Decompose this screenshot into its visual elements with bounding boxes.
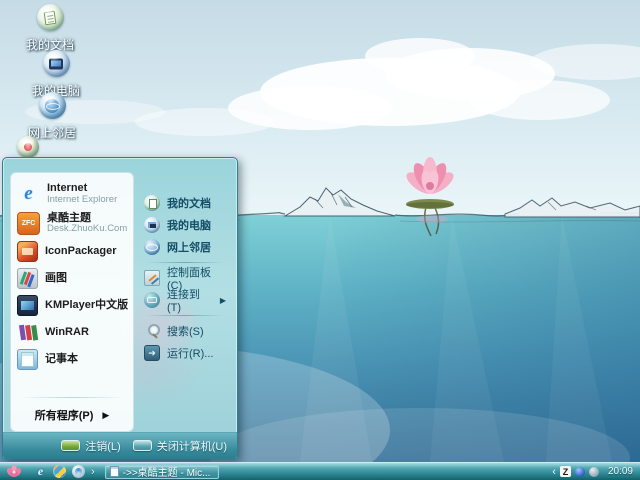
zhuoku-theme-icon: ZFC [17,211,40,235]
all-programs-label: 所有程序(P) [34,410,94,422]
start-menu-places-panel: 我的文档 我的电脑 网上邻居 控制面板(C) 连接到(T) ▶ 搜索(S) ➔ … [134,172,232,432]
start-item-notepad[interactable]: 记事本 [11,346,133,373]
search-icon [144,323,160,339]
item-title: 画图 [45,272,67,285]
start-button[interactable] [0,463,28,480]
connect-to-icon [144,292,160,308]
taskbar-window-button[interactable]: ->>桌酷主题 - Mic... [104,464,219,479]
shut-down-icon [132,440,152,451]
desktop-icon-my-documents[interactable]: 我的文档 [8,4,92,53]
internet-explorer-icon[interactable] [34,465,47,478]
start-item-internet[interactable]: Internet Internet Explorer [11,179,133,209]
start-item-connect-to[interactable]: 连接到(T) ▶ [142,289,228,314]
shut-down-label: 关闭计算机(U) [156,440,227,453]
ie-page-icon [109,466,119,477]
my-documents-icon [144,195,160,211]
item-label: 运行(R)... [167,348,214,360]
item-title: Internet [47,182,88,194]
media-player-icon[interactable] [53,465,66,478]
submenu-arrow-icon: ▶ [219,295,226,305]
taskbar-clock: 20:09 [607,466,633,477]
desktop-screen: 我的文档 我的电脑 网上邻居 Internet Internet Explore… [0,0,640,480]
item-label: 连接到(T) [167,289,200,314]
divider [146,315,224,316]
my-computer-icon [42,50,70,77]
quick-launch-bar: › [34,465,95,478]
start-item-my-computer[interactable]: 我的电脑 [142,214,228,236]
desktop-icon-partially-hidden[interactable] [5,136,51,158]
browser-quicklaunch-icon[interactable] [72,465,85,478]
start-item-run[interactable]: 运行(R)... [142,342,228,364]
start-menu-footer: 注销(L) 关闭计算机(U) [3,432,237,458]
start-menu: Internet Internet Explorer ZFC 桌酷主题 Desk… [2,157,238,459]
log-off-button[interactable]: 注销(L) [61,438,121,454]
start-item-my-documents[interactable]: 我的文档 [142,192,228,214]
item-subtitle: Desk.ZhuoKu.Com [47,223,128,235]
network-places-icon [144,239,160,255]
start-item-search[interactable]: 搜索(S) [142,320,228,342]
all-programs-button[interactable]: 所有程序(P) ▶ [11,401,133,427]
item-label: 网上邻居 [167,242,211,254]
partially-hidden-icon [17,136,39,158]
start-item-paint[interactable]: 画图 [11,265,133,292]
tray-expand-icon[interactable]: ‹ [552,466,556,478]
my-computer-icon [144,217,160,233]
desktop-icon-network-places[interactable]: 网上邻居 [10,92,94,141]
item-title: KMPlayer中文版 [45,299,129,312]
arrow-right-icon: ▶ [102,409,110,420]
window-title: ->>桌酷主题 - Mic... [122,468,211,479]
iconpackager-icon [17,241,38,263]
internet-explorer-icon [17,182,40,205]
shut-down-button[interactable]: 关闭计算机(U) [132,438,227,454]
lotus-start-icon [6,465,22,477]
start-item-iconpackager[interactable]: IconPackager [11,238,133,265]
tray-volume-icon[interactable] [588,466,599,477]
log-off-icon [61,440,81,451]
start-item-network-places[interactable]: 网上邻居 [142,236,228,258]
start-item-zhuoku-theme[interactable]: ZFC 桌酷主题 Desk.ZhuoKu.Com [11,209,133,239]
paint-icon [17,268,38,290]
divider [21,397,123,398]
divider [146,262,224,263]
network-places-icon [38,92,66,119]
control-panel-icon [144,270,160,286]
item-subtitle: Internet Explorer [47,193,118,205]
run-icon [144,345,160,361]
my-documents-icon [36,4,64,31]
zhuoku-tray-icon[interactable]: Z [559,466,571,477]
item-label: 我的文档 [167,198,211,210]
notepad-icon [17,349,38,371]
item-title: WinRAR [45,326,89,339]
start-item-kmplayer[interactable]: KMPlayer中文版 [11,292,133,319]
kmplayer-icon [17,295,38,317]
item-label: 搜索(S) [167,326,204,338]
quicklaunch-expand-icon[interactable]: › [91,466,95,478]
log-off-label: 注销(L) [85,440,121,453]
item-title: IconPackager [45,245,117,258]
item-label: 我的电脑 [167,220,211,232]
tray-network-icon[interactable] [574,466,585,477]
start-menu-pinned-panel: Internet Internet Explorer ZFC 桌酷主题 Desk… [10,172,134,432]
item-title: 记事本 [45,353,78,366]
taskbar: › ->>桌酷主题 - Mic... ‹ Z 20:09 [0,462,640,480]
winrar-icon [17,322,38,343]
system-tray: ‹ Z 20:09 [552,466,640,478]
start-item-winrar[interactable]: WinRAR [11,319,133,346]
